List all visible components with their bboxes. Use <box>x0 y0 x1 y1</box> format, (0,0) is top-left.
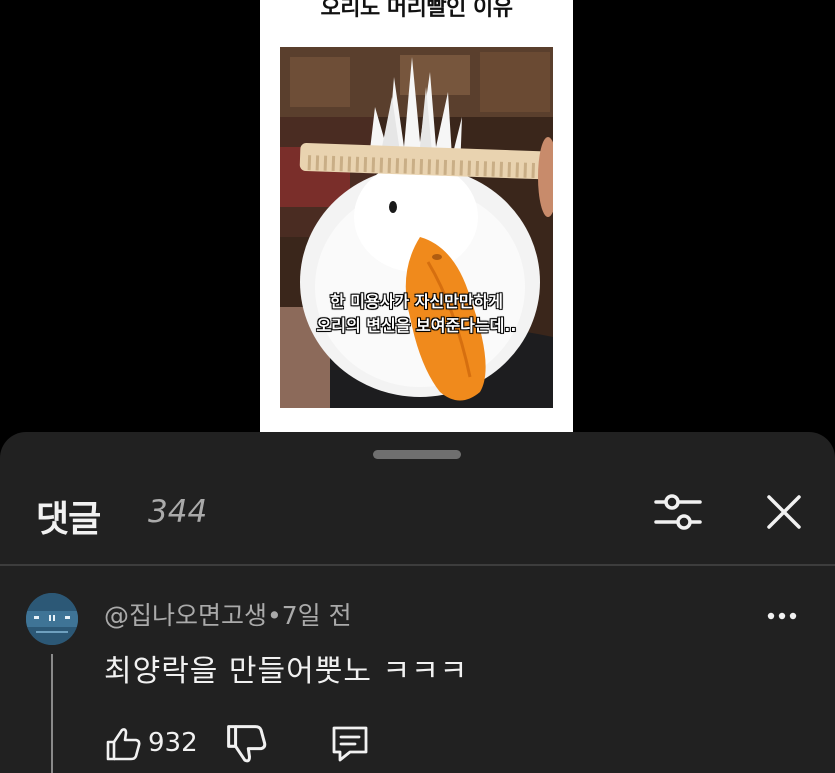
video-player[interactable]: 오리도 머리빨인 이유 한 미용사가 자신만만하게 오리의 변신을 보여준다는데… <box>0 0 835 440</box>
video-caption: 한 미용사가 자신만만하게 오리의 변신을 보여준다는데.. <box>280 290 553 338</box>
close-icon <box>767 495 801 529</box>
comment-more-button[interactable] <box>762 602 802 630</box>
drag-handle[interactable] <box>373 450 461 459</box>
avatar[interactable] <box>26 593 78 645</box>
meta-separator: • <box>267 601 282 630</box>
video-frame: 한 미용사가 자신만만하게 오리의 변신을 보여준다는데.. <box>280 47 553 408</box>
like-button[interactable]: 932 <box>100 722 210 766</box>
comments-header: 댓글 344 <box>0 474 835 564</box>
video-title: 오리도 머리빨인 이유 <box>320 0 513 21</box>
comments-title: 댓글 <box>36 499 101 540</box>
reply-icon <box>332 726 368 762</box>
caption-line: 한 미용사가 자신만만하게 <box>329 292 504 311</box>
caption-line: 오리의 변신을 보여준다는데.. <box>316 316 517 335</box>
comments-count: 344 <box>148 494 208 530</box>
header-divider <box>0 564 835 566</box>
comment-item: @집나오면고생•7일 전 최양락을 만들어뿟노 ㅋㅋㅋ 932 <box>0 580 835 773</box>
comment-actions: 932 <box>100 722 500 766</box>
comment-text: 최양락을 만들어뿟노 ㅋㅋㅋ <box>104 654 469 689</box>
sliders-icon <box>654 494 702 530</box>
avatar-image <box>26 593 78 645</box>
reply-button[interactable] <box>328 722 372 766</box>
dislike-button[interactable] <box>224 722 268 766</box>
thread-line <box>51 654 53 773</box>
sort-filter-button[interactable] <box>652 486 704 538</box>
comment-author[interactable]: @집나오면고생 <box>104 601 267 630</box>
close-button[interactable] <box>758 486 810 538</box>
thumbs-down-icon <box>227 725 267 763</box>
comment-time: 7일 전 <box>281 601 352 630</box>
thumbs-up-icon <box>106 728 141 761</box>
more-icon <box>767 612 797 620</box>
video-card: 오리도 머리빨인 이유 한 미용사가 자신만만하게 오리의 변신을 보여준다는데… <box>260 0 573 432</box>
comment-meta: @집나오면고생•7일 전 <box>104 596 352 632</box>
like-count: 932 <box>148 728 198 758</box>
duck-image <box>280 47 553 408</box>
